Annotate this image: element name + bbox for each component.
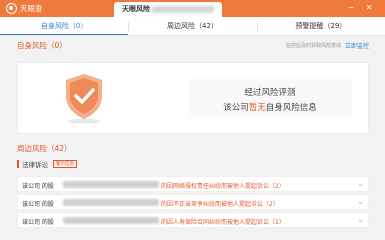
risk-row[interactable]: 该公司 的股 的因不正当竞争纠纷而被他人提起诉讼（2） ⌄ <box>17 194 369 210</box>
minimize-icon[interactable]: − <box>346 3 356 13</box>
risk-row-lead: 该公司 的股 <box>22 201 54 208</box>
risk-row[interactable]: 该公司 的股 的因人寿保险合同纠纷而被他人提起诉讼（1） ⌄ <box>17 212 369 228</box>
category-label: 法律诉讼 <box>22 161 48 169</box>
shield-check-icon <box>66 74 102 124</box>
risk-row-text: 的因网络侵权责任纠纷而被他人提起诉讼（2） <box>161 183 285 190</box>
app-logo-text: 天眼查 <box>20 4 43 13</box>
tab-surrounding-risk[interactable]: 周边风险（42） <box>128 17 256 35</box>
eye-logo-icon <box>6 3 17 14</box>
surrounding-risk-title: 周边风险（42） <box>17 144 72 153</box>
risk-row-text: 的因不正当竞争纠纷而被他人提起诉讼（2） <box>161 201 279 208</box>
tab-self-risk[interactable]: 自身风险（0） <box>0 17 129 35</box>
chevron-down-icon[interactable]: ⌄ <box>357 197 364 206</box>
self-risk-card: 经过风险评测 该公司暂无自身风险信息 <box>17 62 369 134</box>
category-header: 法律诉讼 警示信息 <box>17 158 77 170</box>
message-line-1: 经过风险评测 <box>244 88 296 98</box>
self-risk-header: 自身风险（0） 监控后及时获取风险变动 立即监控 <box>8 40 377 59</box>
chevron-down-icon[interactable]: ⌄ <box>357 215 364 224</box>
title-bar: 天眼查 天眼风险 − ✕ <box>0 0 385 17</box>
message-line-2: 该公司暂无自身风险信息 <box>188 101 352 113</box>
chevron-down-icon[interactable]: ⌄ <box>357 179 364 188</box>
app-logo: 天眼查 <box>6 3 43 14</box>
window-title: 天眼风险 <box>122 5 150 13</box>
redacted-name <box>63 199 159 206</box>
redacted-name <box>63 217 159 224</box>
no-risk-message: 经过风险评测 该公司暂无自身风险信息 <box>188 79 352 119</box>
risk-row-lead: 该公司 的股 <box>22 183 54 190</box>
warning-badge: 警示信息 <box>53 160 77 168</box>
close-icon[interactable]: ✕ <box>364 3 374 13</box>
message-highlight: 暂无 <box>248 103 266 113</box>
risk-row-lead: 该公司 的股 <box>22 219 54 226</box>
redacted-name <box>63 181 159 188</box>
risk-row[interactable]: 该公司 的股 的因网络侵权责任纠纷而被他人提起诉讼（2） ⌄ <box>17 176 369 192</box>
risk-row-text: 的因人寿保险合同纠纷而被他人提起诉讼（1） <box>161 219 285 226</box>
redacted-company-name <box>152 6 214 13</box>
monitor-hint: 监控后及时获取风险变动 <box>285 43 341 49</box>
risk-tabs: 自身风险（0） 周边风险（42） 预警提醒（29） <box>0 17 385 36</box>
tab-warnings[interactable]: 预警提醒（29） <box>256 17 385 35</box>
message-prefix: 该公司 <box>223 103 249 113</box>
message-suffix: 自身风险信息 <box>265 103 317 113</box>
window-tab[interactable]: 天眼风险 <box>114 2 222 17</box>
monitor-now-link[interactable]: 立即监控 <box>345 41 369 50</box>
self-risk-title: 自身风险（0） <box>17 41 67 50</box>
category-marker <box>17 160 19 168</box>
